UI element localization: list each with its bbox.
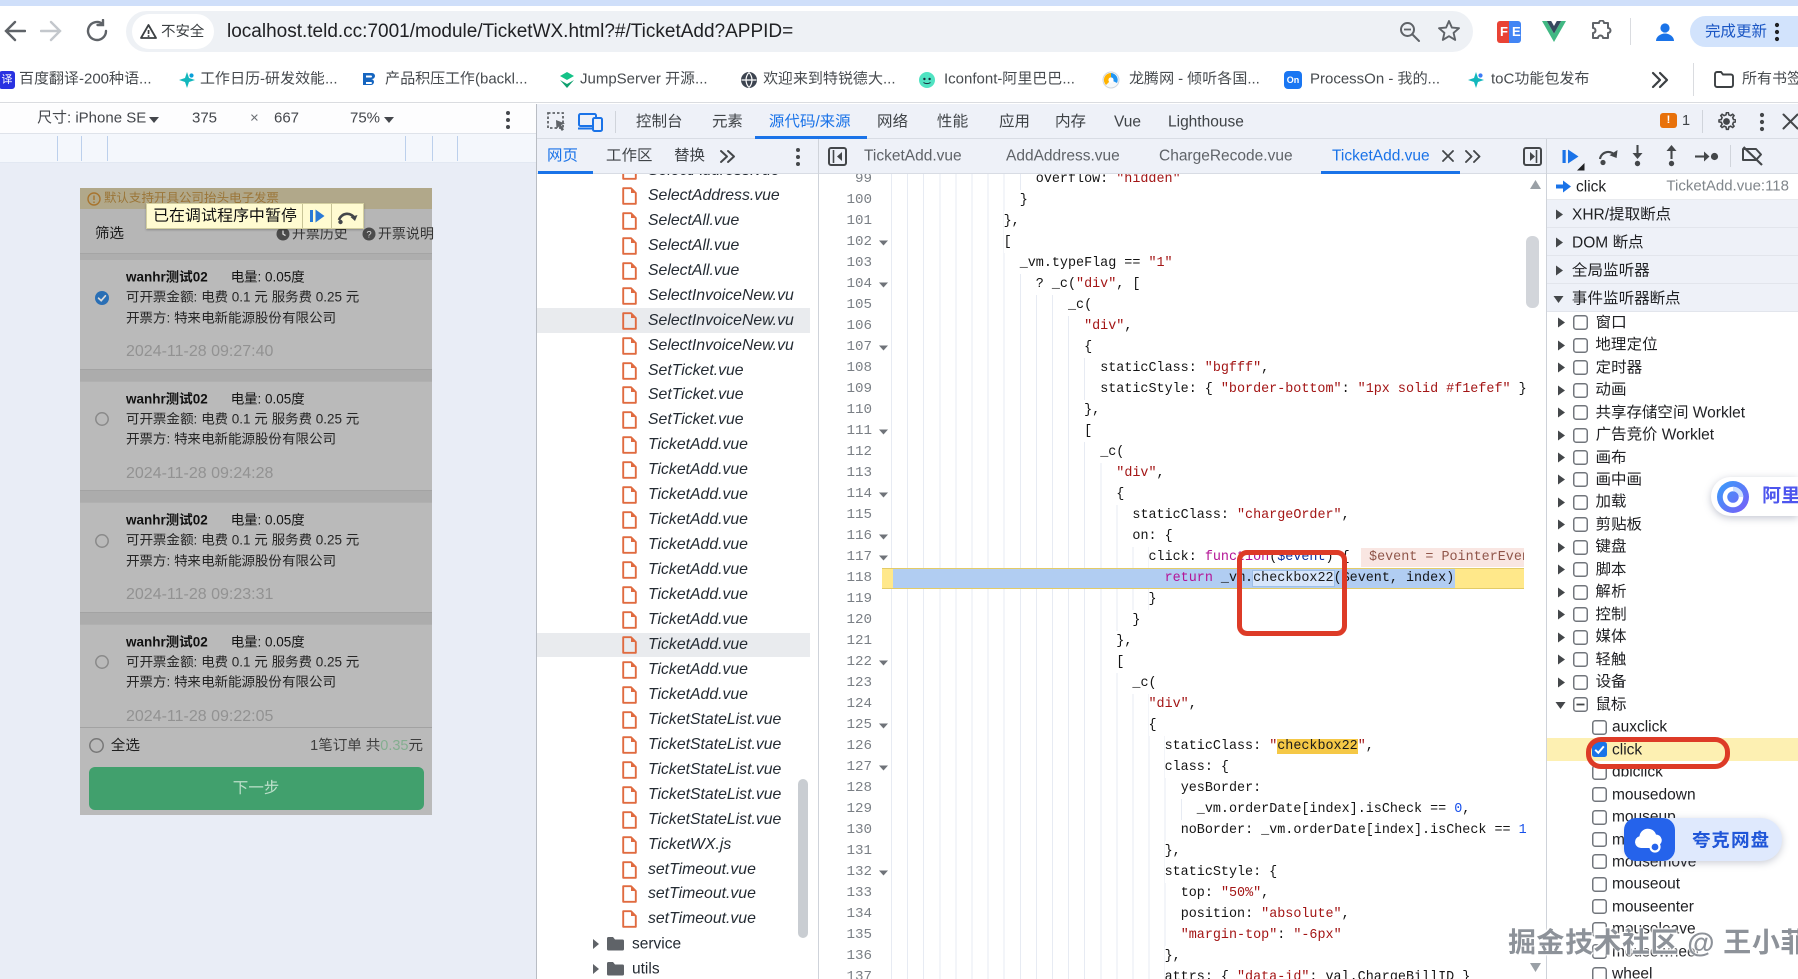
svg-text:?: ?: [366, 229, 371, 240]
